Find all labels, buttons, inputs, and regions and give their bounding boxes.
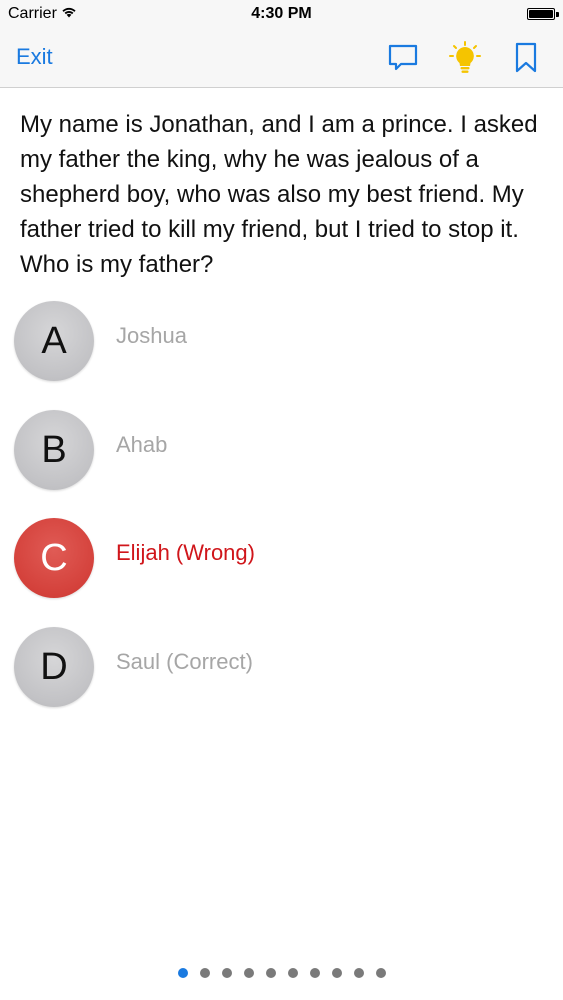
answer-letter-c[interactable]: C — [14, 518, 94, 598]
bookmark-icon[interactable] — [508, 40, 544, 76]
answer-letter-b[interactable]: B — [14, 410, 94, 490]
page-control[interactable] — [0, 968, 563, 978]
answer-option-b[interactable]: B Ahab — [14, 410, 544, 490]
page-dot-6[interactable] — [287, 968, 298, 978]
answer-option-d[interactable]: D Saul (Correct) — [14, 627, 544, 707]
answer-letter-a[interactable]: A — [14, 301, 94, 381]
page-dot-2[interactable] — [199, 968, 210, 978]
page-dot-5[interactable] — [265, 968, 276, 978]
nav-bar: Exit — [0, 30, 563, 88]
page-dot-4[interactable] — [243, 968, 254, 978]
answer-label-b[interactable]: Ahab — [116, 432, 167, 458]
answer-option-c[interactable]: C Elijah (Wrong) — [14, 518, 544, 598]
lightbulb-icon[interactable] — [447, 40, 483, 76]
battery-icon — [527, 8, 555, 20]
answer-label-d[interactable]: Saul (Correct) — [116, 649, 253, 675]
battery-tip — [556, 12, 559, 17]
battery-fill — [529, 10, 553, 18]
question-text: My name is Jonathan, and I am a prince. … — [20, 111, 538, 278]
page-dot-9[interactable] — [353, 968, 364, 978]
answer-letter-d[interactable]: D — [14, 627, 94, 707]
answer-label-c[interactable]: Elijah (Wrong) — [116, 540, 255, 566]
page-dot-1[interactable] — [177, 968, 188, 978]
page-dot-8[interactable] — [331, 968, 342, 978]
exit-button[interactable]: Exit — [16, 44, 53, 70]
page-dot-7[interactable] — [309, 968, 320, 978]
page-dot-10[interactable] — [375, 968, 386, 978]
status-bar: Carrier 4:30 PM — [0, 0, 563, 30]
answer-option-a[interactable]: A Joshua — [14, 301, 544, 381]
comment-icon[interactable] — [385, 40, 421, 76]
quiz-screen: Carrier 4:30 PM Exit My name is Jonathan… — [0, 0, 563, 1000]
page-dot-3[interactable] — [221, 968, 232, 978]
answer-label-a[interactable]: Joshua — [116, 323, 187, 349]
status-time: 4:30 PM — [251, 5, 312, 22]
